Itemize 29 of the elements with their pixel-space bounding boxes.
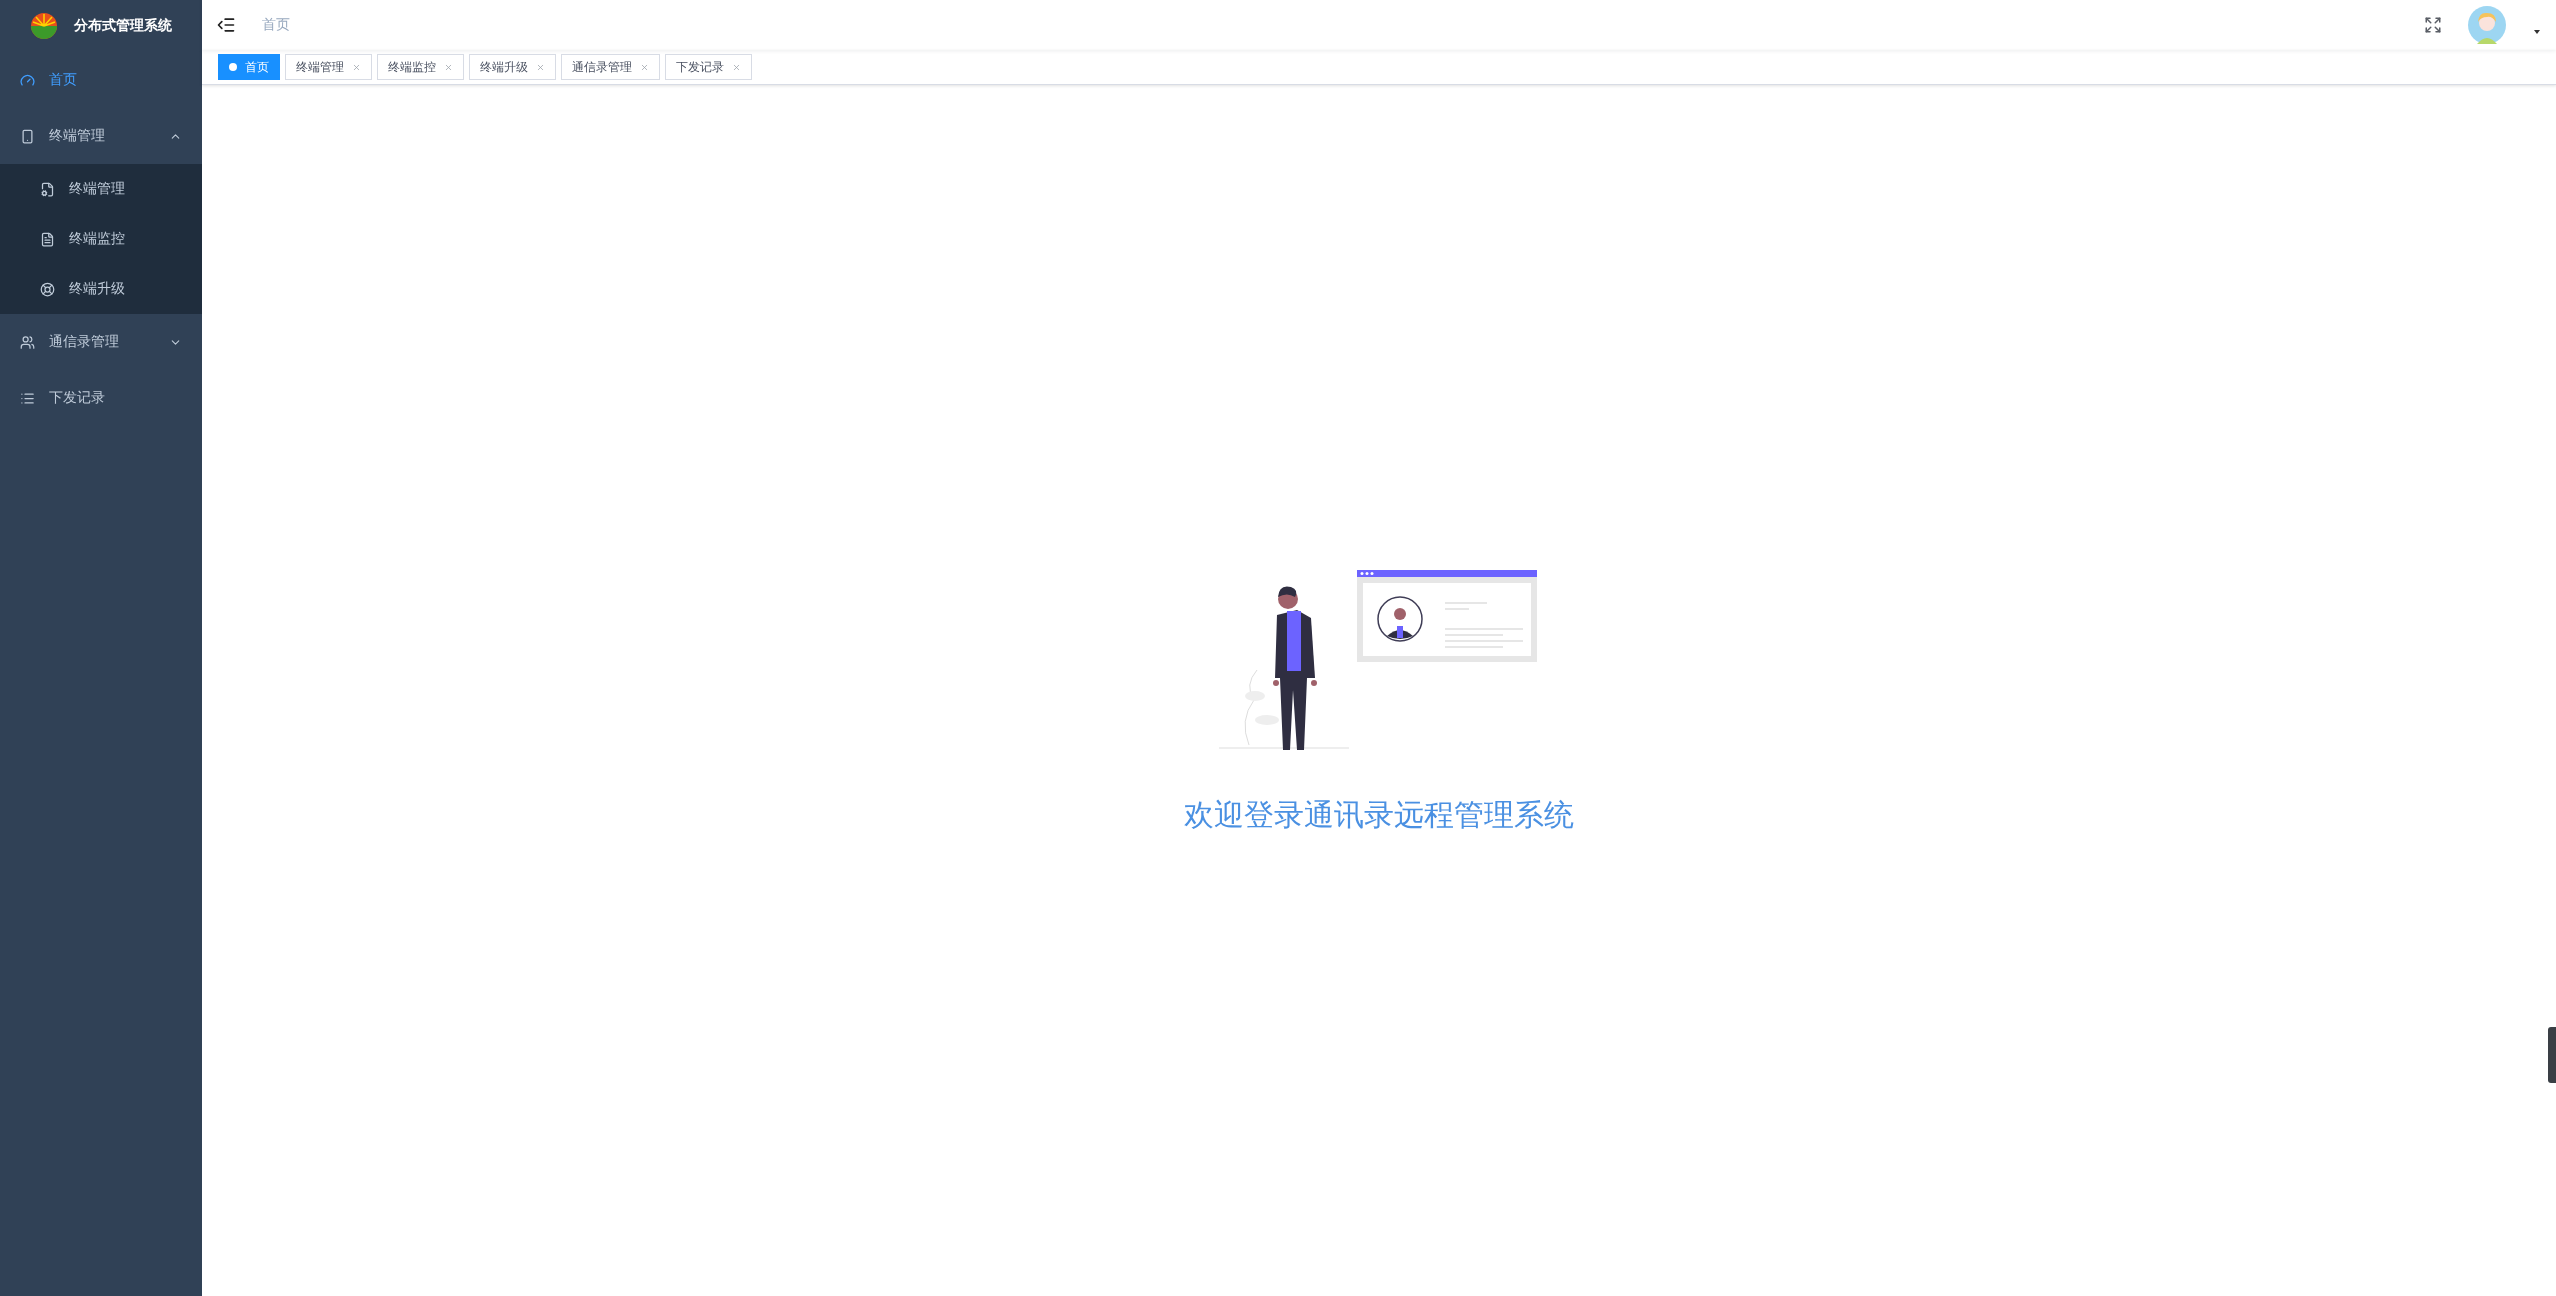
menu-toggle-icon[interactable] bbox=[216, 15, 236, 35]
menu-item[interactable]: 终端管理 bbox=[0, 164, 202, 214]
logo-icon bbox=[30, 12, 58, 40]
tab[interactable]: 通信录管理 bbox=[561, 54, 660, 80]
document-gear-icon bbox=[40, 181, 55, 197]
document-icon bbox=[40, 231, 55, 247]
dot-icon bbox=[229, 63, 237, 71]
close-icon[interactable] bbox=[640, 62, 649, 72]
avatar-icon[interactable] bbox=[2468, 6, 2506, 44]
tab[interactable]: 终端升级 bbox=[469, 54, 556, 80]
menu-item[interactable]: 终端监控 bbox=[0, 214, 202, 264]
tab[interactable]: 下发记录 bbox=[665, 54, 752, 80]
close-icon[interactable] bbox=[732, 62, 741, 72]
fullscreen-icon[interactable] bbox=[2424, 16, 2442, 34]
gauge-icon bbox=[20, 72, 35, 88]
menu-item[interactable]: 终端升级 bbox=[0, 264, 202, 314]
close-icon[interactable] bbox=[352, 62, 361, 72]
tab[interactable]: 终端监控 bbox=[377, 54, 464, 80]
phone-icon bbox=[20, 128, 35, 144]
users-icon bbox=[20, 334, 35, 350]
tab[interactable]: 终端管理 bbox=[285, 54, 372, 80]
breadcrumb: 首页 bbox=[262, 16, 290, 34]
close-icon[interactable] bbox=[536, 62, 545, 72]
list-icon bbox=[20, 390, 35, 406]
close-icon[interactable] bbox=[444, 62, 453, 72]
welcome-text: 欢迎登录通讯录远程管理系统 bbox=[1184, 796, 1574, 834]
side-handle[interactable] bbox=[2548, 1027, 2556, 1083]
ring-icon bbox=[40, 281, 55, 297]
app-title: 分布式管理系统 bbox=[74, 17, 172, 35]
